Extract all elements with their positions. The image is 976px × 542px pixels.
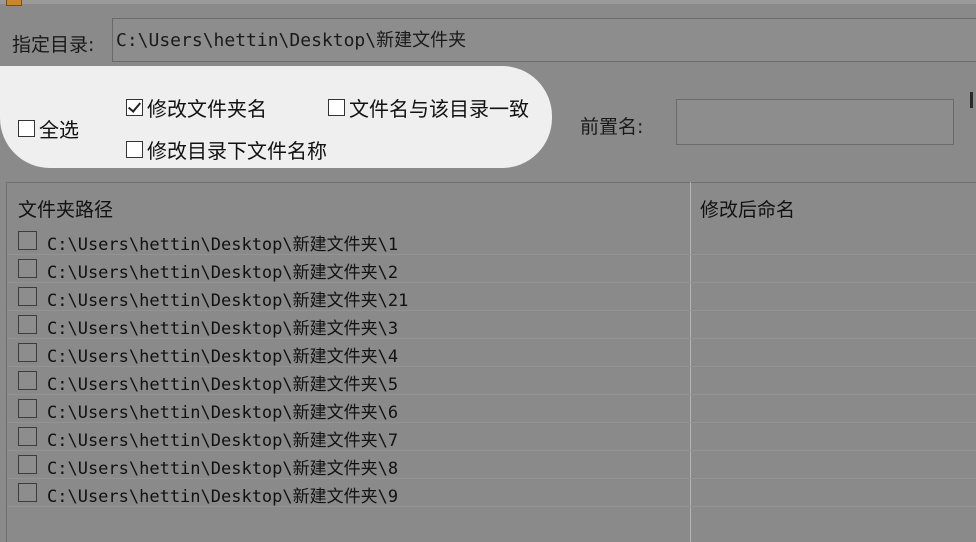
- select-all-label: 全选: [39, 118, 79, 142]
- filename-match-dir-checkbox[interactable]: [328, 99, 345, 116]
- table-row[interactable]: C:\Users\hettin\Desktop\新建文件夹\7: [7, 423, 976, 451]
- rename-files-in-dir-option[interactable]: 修改目录下文件名称: [126, 135, 327, 164]
- table-row[interactable]: C:\Users\hettin\Desktop\新建文件夹\8: [7, 451, 976, 479]
- column-header-path[interactable]: 文件夹路径: [18, 195, 113, 222]
- row-path: C:\Users\hettin\Desktop\新建文件夹\9: [47, 487, 399, 507]
- table-row[interactable]: C:\Users\hettin\Desktop\新建文件夹\3: [7, 311, 976, 339]
- app-icon: [6, 0, 22, 6]
- row-path: C:\Users\hettin\Desktop\新建文件夹\6: [47, 403, 399, 423]
- row-checkbox[interactable]: [18, 483, 37, 502]
- table-row[interactable]: C:\Users\hettin\Desktop\新建文件夹\6: [7, 395, 976, 423]
- truncated-control: [970, 92, 973, 108]
- select-all-option[interactable]: 全选: [18, 114, 79, 143]
- rename-files-in-dir-label: 修改目录下文件名称: [147, 139, 327, 163]
- row-checkbox[interactable]: [18, 343, 37, 362]
- row-path: C:\Users\hettin\Desktop\新建文件夹\21: [47, 291, 409, 311]
- row-checkbox[interactable]: [18, 427, 37, 446]
- rename-folder-label: 修改文件夹名: [147, 97, 267, 121]
- filename-match-dir-label: 文件名与该目录一致: [349, 97, 529, 121]
- row-checkbox[interactable]: [18, 399, 37, 418]
- row-path: C:\Users\hettin\Desktop\新建文件夹\4: [47, 347, 399, 367]
- row-checkbox[interactable]: [18, 287, 37, 306]
- table-row[interactable]: C:\Users\hettin\Desktop\新建文件夹\21: [7, 283, 976, 311]
- row-path: C:\Users\hettin\Desktop\新建文件夹\1: [47, 235, 399, 255]
- options-panel: 全选 修改文件夹名 文件名与该目录一致 修改目录下文件名称: [0, 66, 552, 168]
- title-bar: [0, 0, 976, 4]
- row-path: C:\Users\hettin\Desktop\新建文件夹\5: [47, 375, 399, 395]
- row-checkbox[interactable]: [18, 231, 37, 250]
- select-all-checkbox[interactable]: [18, 120, 35, 137]
- table-row[interactable]: C:\Users\hettin\Desktop\新建文件夹\9: [7, 479, 976, 507]
- table-row[interactable]: C:\Users\hettin\Desktop\新建文件夹\2: [7, 255, 976, 283]
- row-path: C:\Users\hettin\Desktop\新建文件夹\3: [47, 319, 399, 339]
- rename-folder-option[interactable]: 修改文件夹名: [126, 93, 267, 122]
- row-checkbox[interactable]: [18, 455, 37, 474]
- table-row[interactable]: C:\Users\hettin\Desktop\新建文件夹\4: [7, 339, 976, 367]
- app-window: 指定目录: C:\Users\hettin\Desktop\新建文件夹 全选 修…: [0, 0, 976, 542]
- row-path: C:\Users\hettin\Desktop\新建文件夹\2: [47, 263, 399, 283]
- filename-match-dir-option[interactable]: 文件名与该目录一致: [328, 93, 529, 122]
- row-path: C:\Users\hettin\Desktop\新建文件夹\8: [47, 459, 399, 479]
- prefix-input[interactable]: [676, 99, 954, 145]
- directory-input[interactable]: C:\Users\hettin\Desktop\新建文件夹: [112, 18, 976, 62]
- row-checkbox[interactable]: [18, 371, 37, 390]
- table-row[interactable]: C:\Users\hettin\Desktop\新建文件夹\1: [7, 227, 976, 255]
- rename-files-in-dir-checkbox[interactable]: [126, 141, 143, 158]
- rename-folder-checkbox[interactable]: [126, 99, 143, 116]
- row-checkbox[interactable]: [18, 315, 37, 334]
- prefix-label: 前置名:: [580, 116, 644, 138]
- column-header-new-name[interactable]: 修改后命名: [700, 195, 795, 222]
- row-checkbox[interactable]: [18, 259, 37, 278]
- table-row[interactable]: C:\Users\hettin\Desktop\新建文件夹\5: [7, 367, 976, 395]
- directory-label: 指定目录:: [12, 34, 95, 56]
- row-path: C:\Users\hettin\Desktop\新建文件夹\7: [47, 431, 399, 451]
